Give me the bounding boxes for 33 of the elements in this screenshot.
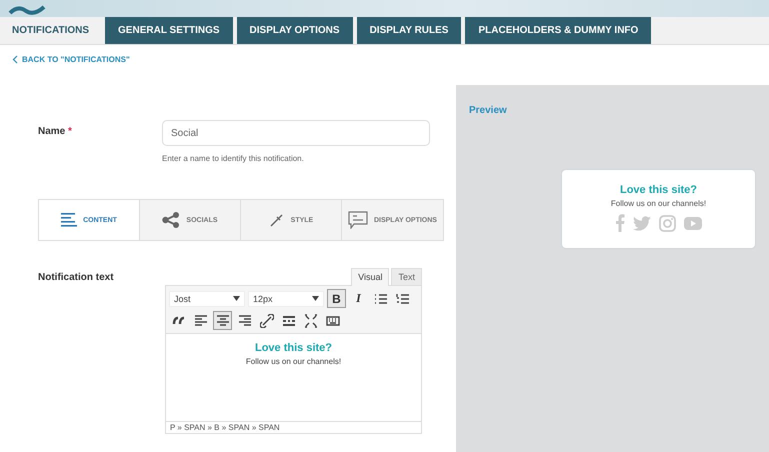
- content-title: Love this site?: [254, 342, 332, 354]
- element-path: P » SPAN » B » SPAN » SPAN: [165, 421, 422, 434]
- back-link[interactable]: BACK TO "NOTIFICATIONS": [12, 55, 130, 64]
- italic-button[interactable]: I: [349, 289, 368, 308]
- bold-button[interactable]: B: [327, 289, 346, 308]
- nav-tab[interactable]: DISPLAY RULES: [356, 17, 462, 44]
- link-icon[interactable]: [257, 311, 276, 330]
- speech-bubble-icon: [348, 211, 368, 229]
- notification-title: Love this site?: [620, 184, 698, 196]
- nav-tab[interactable]: NOTIFICATIONS: [0, 17, 102, 44]
- dropdown[interactable]: 12px: [248, 290, 324, 306]
- nav-tab[interactable]: DISPLAY OPTIONS: [236, 17, 353, 44]
- content-text: Follow us on our channels!: [246, 357, 342, 366]
- chevron-left-icon: [12, 55, 18, 64]
- caret-icon: [312, 296, 319, 301]
- field-label: Notification text: [38, 271, 115, 285]
- nav-tab[interactable]: GENERAL SETTINGS: [105, 17, 233, 44]
- preview-heading: Preview: [469, 105, 508, 116]
- share-icon: [162, 212, 180, 228]
- editor-tab[interactable]: Visual: [351, 268, 390, 286]
- required-mark: *: [68, 126, 72, 137]
- name-input[interactable]: Social: [162, 120, 430, 146]
- notification-text: Follow us on our channels!: [610, 199, 706, 208]
- dropdown[interactable]: Jost: [169, 290, 245, 306]
- nav-tab[interactable]: PLACEHOLDERS & DUMMY INFO: [465, 17, 652, 44]
- field-label: Name: [38, 126, 66, 137]
- text-lines-icon: [61, 213, 78, 227]
- eyedropper-icon: [268, 212, 285, 228]
- editor-tab[interactable]: Text: [391, 268, 422, 285]
- help-text: Enter a name to identify this notification.: [162, 154, 305, 163]
- align-center-icon[interactable]: [213, 311, 232, 330]
- caret-icon: [233, 296, 240, 301]
- logo-icon: [8, 3, 48, 17]
